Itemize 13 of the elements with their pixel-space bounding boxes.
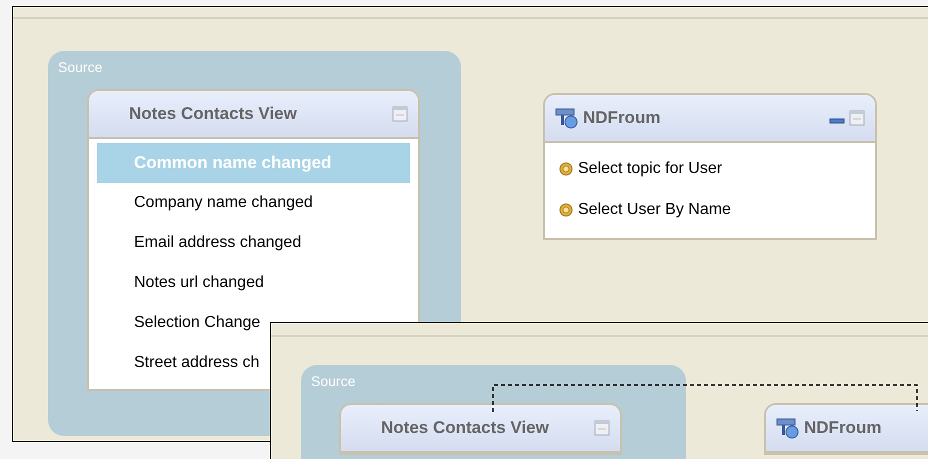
event-item[interactable]: Company name changed bbox=[97, 183, 313, 223]
event-item[interactable]: Street address ch bbox=[97, 343, 260, 383]
operation-label[interactable]: Select topic for User bbox=[578, 160, 722, 178]
card-title: NDFroum bbox=[804, 418, 882, 438]
event-item[interactable]: Email address changed bbox=[97, 223, 302, 263]
group-label: Source bbox=[58, 59, 104, 77]
group-label: Source bbox=[311, 373, 356, 391]
card-title: NDFroum bbox=[583, 108, 662, 128]
event-item[interactable]: Selection Change bbox=[97, 303, 260, 343]
operation-label[interactable]: Select User By Name bbox=[578, 200, 731, 218]
card-title: Notes Contacts View bbox=[129, 104, 298, 124]
card-title: Notes Contacts View bbox=[381, 418, 550, 438]
event-item[interactable]: Notes url changed bbox=[97, 263, 264, 303]
